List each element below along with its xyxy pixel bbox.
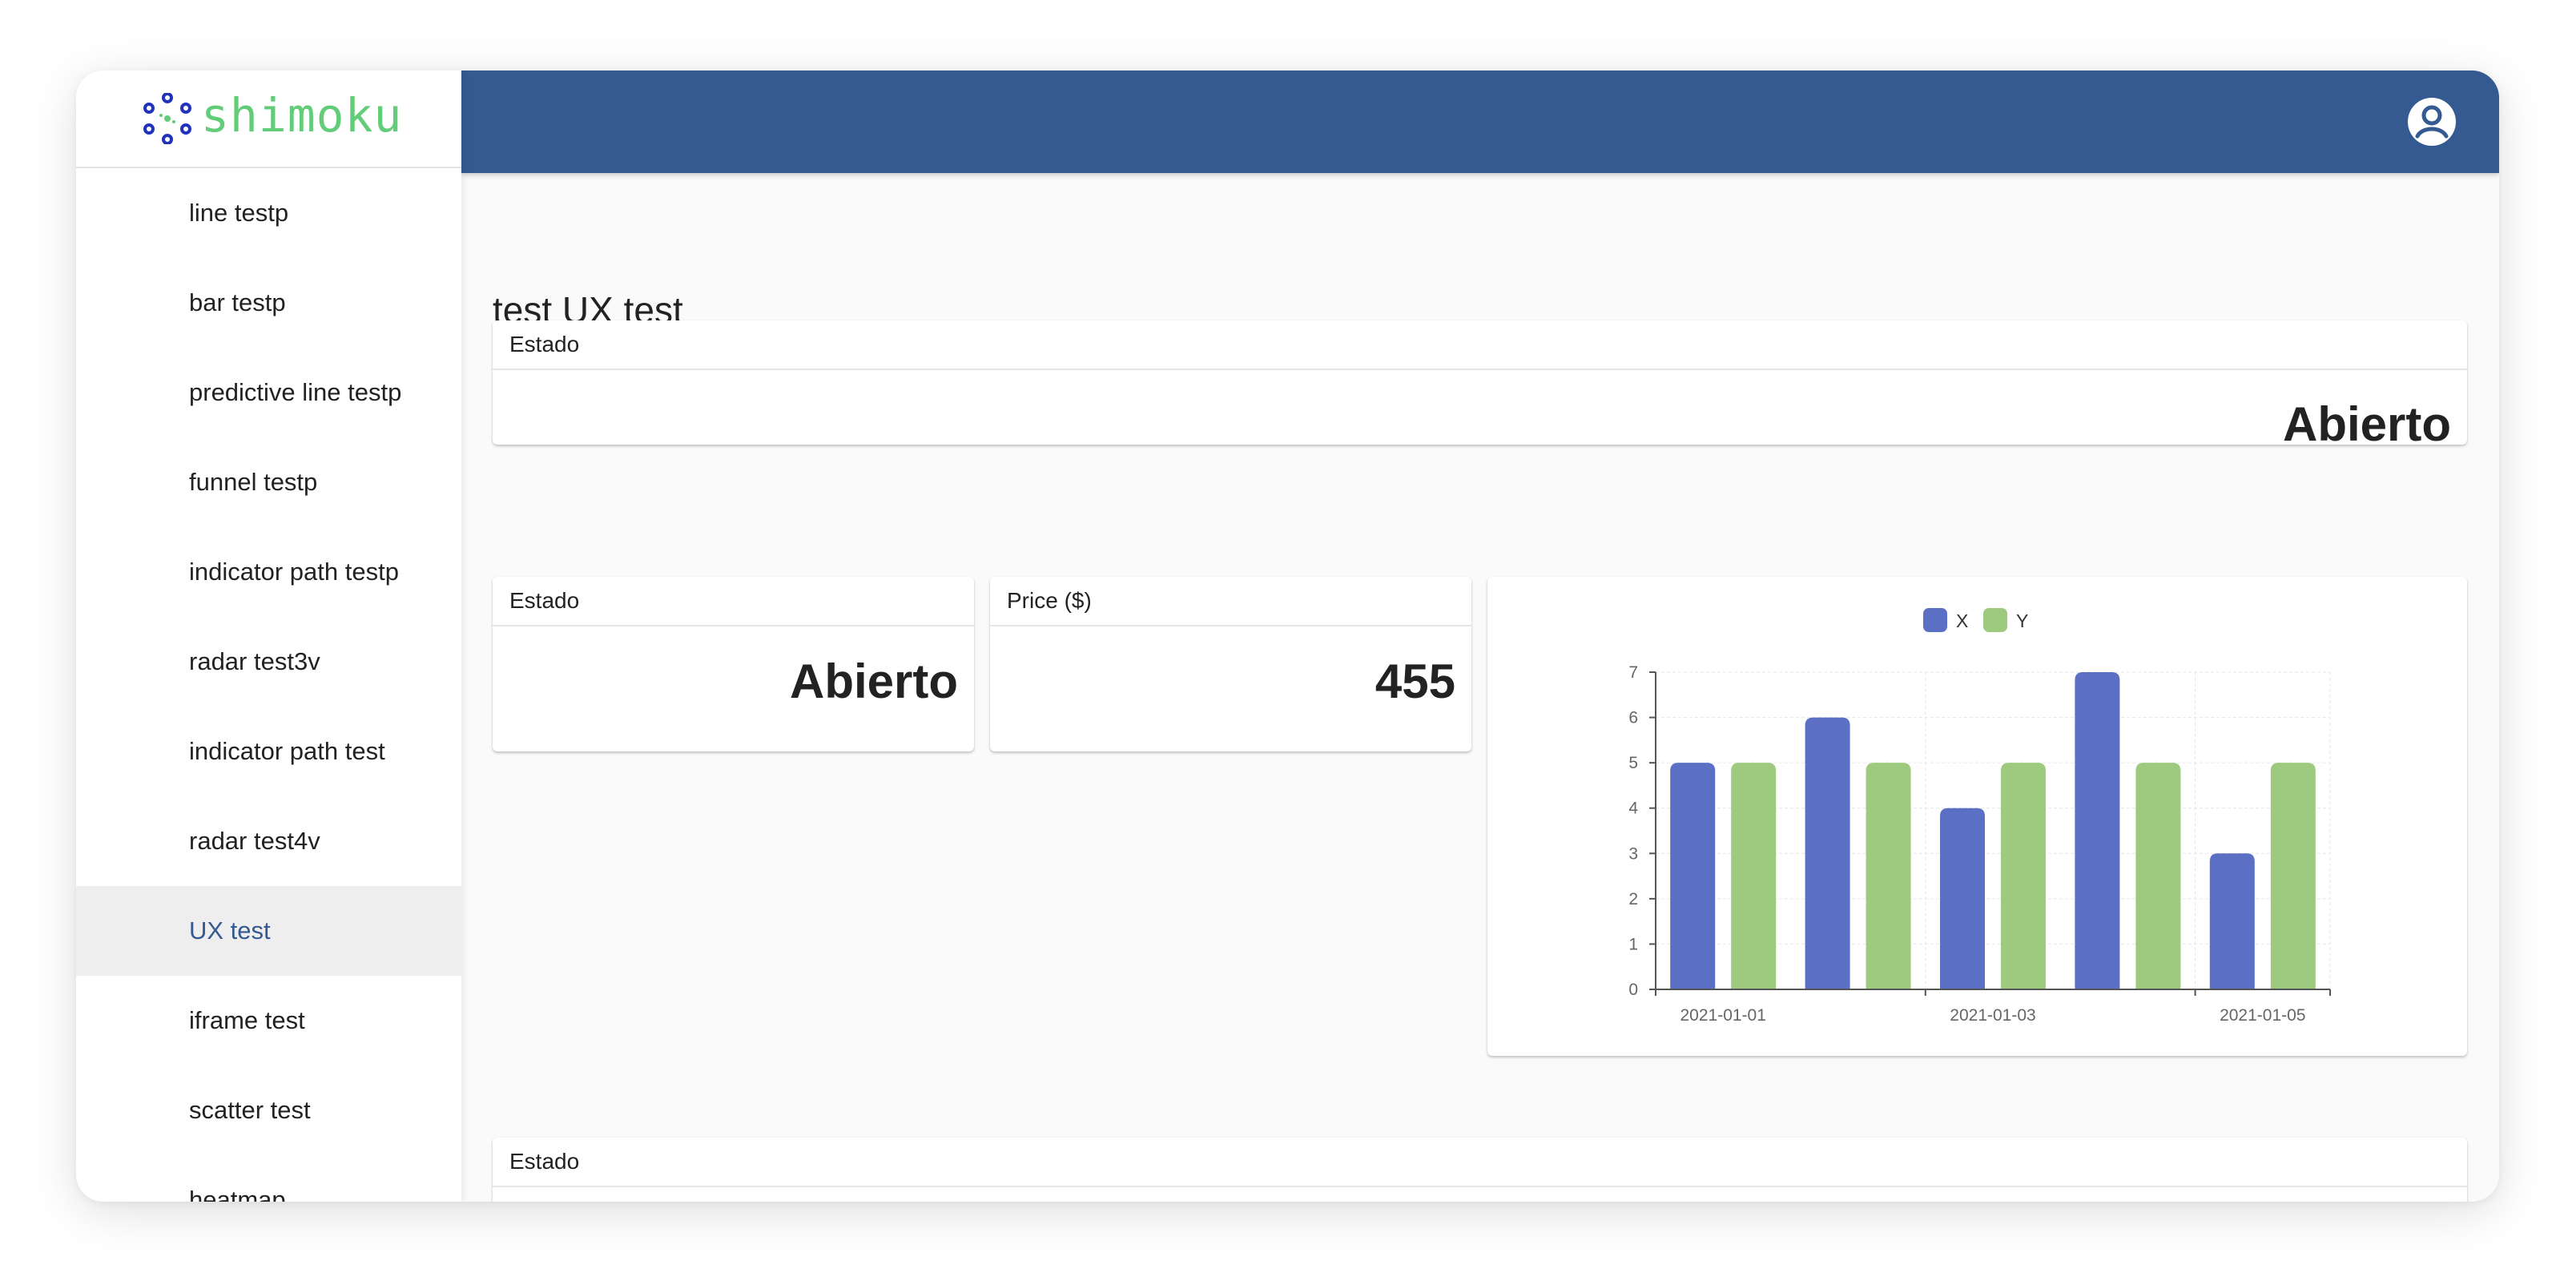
bar-X-2021-01-05: [2209, 853, 2255, 989]
bar-Y-2021-01-01: [1731, 763, 1777, 989]
card-title: Price ($): [990, 577, 1471, 626]
bar-X-2021-01-04: [2075, 672, 2120, 989]
sidebar-item-label: radar test3v: [189, 647, 320, 675]
legend-swatch-Y: [1983, 608, 2007, 632]
x-tick-label: 2021-01-03: [1950, 1006, 2035, 1025]
sidebar-item-label: scatter test: [189, 1096, 311, 1124]
bar-X-2021-01-01: [1670, 763, 1716, 989]
estado-card-bottom: Estado: [493, 1138, 2467, 1202]
sidebar-item-scatter-test[interactable]: scatter test: [76, 1065, 461, 1155]
sidebar-item-predictive-line-testp[interactable]: predictive line testp: [76, 348, 461, 437]
sidebar-item-label: bar testp: [189, 288, 286, 316]
card-value: Abierto: [790, 655, 958, 708]
sidebar-item-label: iframe test: [189, 1006, 305, 1034]
y-tick-label: 1: [1628, 935, 1638, 953]
x-tick-label: 2021-01-01: [1680, 1006, 1765, 1025]
sidebar-item-radar-test4v[interactable]: radar test4v: [76, 796, 461, 886]
sidebar: shimoku line testp bar testp predictive li…: [76, 70, 461, 1202]
card-value: Abierto: [2283, 397, 2451, 445]
bar-Y-2021-01-04: [2135, 763, 2181, 989]
card-title: Estado: [493, 1138, 2467, 1187]
sidebar-item-indicator-path-test[interactable]: indicator path test: [76, 707, 461, 796]
top-bar: [461, 70, 2499, 173]
sidebar-item-label: predictive line testp: [189, 378, 402, 406]
bar-Y-2021-01-05: [2270, 763, 2316, 989]
sidebar-item-label: line testp: [189, 199, 289, 227]
bar-chart: 0 1 2 3 4 5 6 7 2021-01-01 2021-01-03 2021-01-05 X Y: [1628, 608, 2331, 1025]
bar-X-2021-01-03: [1940, 808, 1985, 989]
card-value: 455: [1375, 655, 1455, 708]
y-tick-label: 4: [1628, 800, 1638, 818]
logo[interactable]: shimoku: [76, 70, 461, 168]
sidebar-item-label: indicator path test: [189, 737, 385, 765]
sidebar-item-label: funnel testp: [189, 468, 318, 496]
sidebar-item-label: radar test4v: [189, 827, 320, 855]
shimoku-logo-icon: [143, 93, 191, 144]
bar-Y-2021-01-03: [2001, 763, 2046, 989]
y-tick-label: 6: [1628, 709, 1638, 727]
y-tick-label: 7: [1628, 663, 1638, 682]
y-tick-label: 3: [1628, 844, 1638, 863]
price-card: Price ($) 455: [990, 577, 1471, 751]
bar-X-2021-01-02: [1805, 717, 1850, 989]
card-title: Estado: [493, 577, 974, 626]
sidebar-item-radar-test3v[interactable]: radar test3v: [76, 617, 461, 707]
estado-card-top: Estado Abierto: [493, 320, 2467, 445]
legend-swatch-X: [1923, 608, 1947, 632]
nav-list: line testp bar testp predictive line testp…: [76, 168, 461, 1202]
sidebar-item-bar-testp[interactable]: bar testp: [76, 258, 461, 348]
sidebar-item-label: heatmap: [189, 1186, 286, 1202]
app-window: shimoku line testp bar testp predictive li…: [76, 70, 2499, 1202]
sidebar-item-label: indicator path testp: [189, 558, 399, 586]
y-tick-label: 5: [1628, 754, 1638, 772]
legend-label-Y: Y: [2016, 610, 2028, 631]
sidebar-item-line-testp[interactable]: line testp: [76, 168, 461, 258]
sidebar-item-funnel-testp[interactable]: funnel testp: [76, 437, 461, 527]
y-tick-label: 2: [1628, 890, 1638, 908]
bar-chart-card: 0 1 2 3 4 5 6 7 2021-01-01 2021-01-03 2021-01-05 X Y: [1487, 577, 2467, 1056]
legend-label-X: X: [1956, 610, 1968, 631]
x-tick-label: 2021-01-05: [2220, 1006, 2305, 1025]
estado-card-left: Estado Abierto: [493, 577, 974, 751]
brand-name: shimoku: [201, 88, 403, 143]
bar-Y-2021-01-02: [1866, 763, 1911, 989]
sidebar-item-heatmap[interactable]: heatmap: [76, 1155, 461, 1202]
sidebar-item-iframe-test[interactable]: iframe test: [76, 976, 461, 1065]
sidebar-item-label: UX test: [189, 916, 271, 945]
account-circle-icon[interactable]: [2406, 96, 2457, 147]
sidebar-item-ux-test[interactable]: UX test: [76, 886, 461, 976]
y-tick-label: 0: [1628, 981, 1638, 999]
sidebar-item-indicator-path-testp[interactable]: indicator path testp: [76, 527, 461, 617]
card-title: Estado: [493, 320, 2467, 370]
